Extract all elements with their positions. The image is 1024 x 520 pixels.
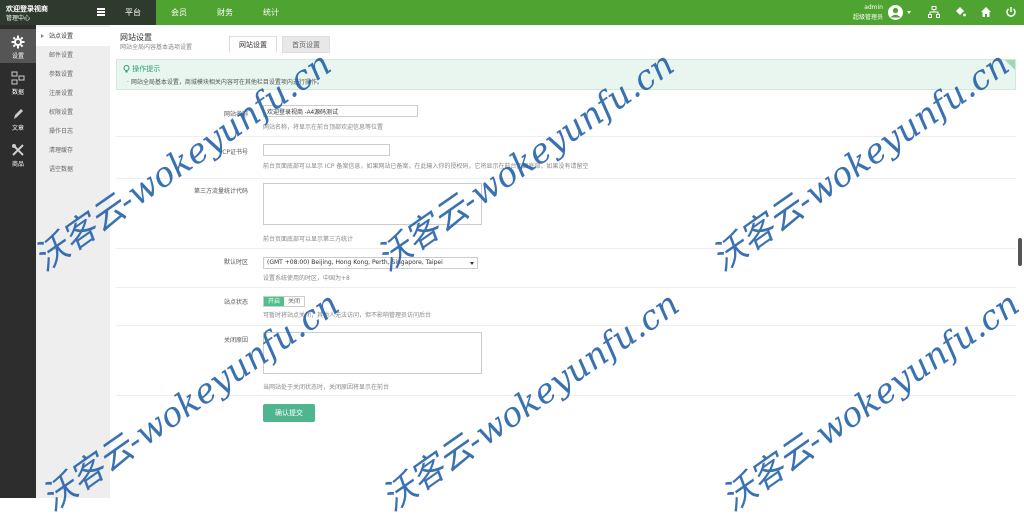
top-nav: 平台 会员 财务 统计 bbox=[110, 0, 294, 25]
home-icon[interactable] bbox=[980, 6, 992, 18]
site-status-help: 可暂时将站点关闭，其他人无法访问，但不影响管理员访问后台 bbox=[263, 312, 432, 319]
timezone-value: (GMT +08:00) Beijing, Hong Kong, Perth, … bbox=[267, 259, 443, 266]
submenu-item-clear-cache[interactable]: 清理缓存 bbox=[36, 141, 110, 160]
scrollbar-thumb[interactable] bbox=[1018, 238, 1022, 266]
form-row-timezone: 默认时区 (GMT +08:00) Beijing, Hong Kong, Pe… bbox=[116, 249, 1016, 288]
submenu: 站点设置 邮件设置 参数设置 注册设置 权限设置 操作日志 清理缓存 语空数据 bbox=[36, 25, 110, 498]
close-reason-label: 关闭原因 bbox=[223, 337, 248, 344]
leftbar-label: 数据 bbox=[11, 89, 24, 96]
submenu-item-operation-log[interactable]: 操作日志 bbox=[36, 122, 110, 141]
tips-header: 操作提示 bbox=[123, 64, 160, 74]
submenu-item-clear-data[interactable]: 语空数据 bbox=[36, 160, 110, 179]
submenu-label: 参数设置 bbox=[49, 71, 74, 78]
leftbar-label: 商品 bbox=[11, 161, 24, 168]
status-on-option[interactable]: 开启 bbox=[264, 297, 285, 306]
form-row-site-name: 网站名称 网站名称，将显示在前台顶部欢迎信息等位置 bbox=[116, 100, 1016, 137]
submenu-label: 权限设置 bbox=[49, 109, 74, 116]
chevron-down-icon[interactable] bbox=[907, 11, 911, 14]
power-icon[interactable] bbox=[1005, 6, 1017, 18]
submenu-label: 邮件设置 bbox=[49, 52, 74, 59]
submenu-item-param-settings[interactable]: 参数设置 bbox=[36, 65, 110, 84]
brand-subtitle: 管理中心 bbox=[6, 15, 31, 22]
site-name-input[interactable] bbox=[263, 105, 418, 117]
leftbar-label: 文章 bbox=[11, 125, 24, 132]
close-reason-textarea[interactable] bbox=[263, 332, 482, 374]
timezone-help: 设置系统使用的时区，中国为+8 bbox=[263, 275, 350, 282]
icp-label: ICP证书号 bbox=[220, 149, 248, 156]
submenu-label: 注册设置 bbox=[49, 90, 74, 97]
leftbar-item-articles[interactable]: 文章 bbox=[0, 101, 36, 135]
lightbulb-icon bbox=[123, 65, 130, 73]
submenu-label: 语空数据 bbox=[49, 166, 74, 173]
user-menu[interactable]: admin 超级管理员 bbox=[845, 3, 925, 23]
main-content: 网站设置 网站全局内容基本选项设置 网站设置 首页设置 操作提示 · 网站全局基… bbox=[110, 25, 1024, 498]
status-off-option[interactable]: 关闭 bbox=[284, 297, 305, 306]
chevron-down-icon bbox=[470, 262, 474, 265]
form-row-close-reason: 关闭原因 当网站处于关闭状态时，关闭原因将显示在前台 bbox=[116, 326, 1016, 396]
submit-button[interactable]: 确认提交 bbox=[263, 404, 315, 422]
leftbar-item-goods[interactable]: 商品 bbox=[0, 137, 36, 171]
tips-text: 网站全局基本设置，商城模块相关内容可在其他栏目设置项内进行操作。 bbox=[130, 79, 323, 86]
left-icon-bar: 设置 数据 文章 商品 bbox=[0, 25, 36, 498]
form-row-icp: ICP证书号 前台页面底部可以显示 ICP 备案信息，如果网站已备案，在此输入你… bbox=[116, 137, 1016, 179]
nav-item-statistics[interactable]: 统计 bbox=[248, 0, 294, 25]
caret-right-icon bbox=[41, 34, 44, 38]
stats-code-label: 第三方流量统计代码 bbox=[193, 188, 248, 195]
icp-help: 前台页面底部可以显示 ICP 备案信息，如果网站已备案，在此输入你的授权码，它将… bbox=[263, 163, 589, 170]
timezone-label: 默认时区 bbox=[223, 259, 248, 266]
brand: 欢迎登录视商 管理中心 bbox=[0, 0, 110, 25]
icp-input[interactable] bbox=[263, 144, 390, 156]
tab-site-settings[interactable]: 网站设置 bbox=[229, 36, 277, 53]
tips-box: 操作提示 · 网站全局基本设置，商城模块相关内容可在其他栏目设置项内进行操作。 bbox=[116, 59, 1016, 90]
tools-icon bbox=[12, 144, 24, 156]
site-status-label: 站点状态 bbox=[223, 299, 248, 306]
tips-title: 操作提示 bbox=[132, 65, 161, 73]
user-name: admin bbox=[864, 4, 883, 11]
site-name-help: 网站名称，将显示在前台顶部欢迎信息等位置 bbox=[263, 124, 384, 131]
close-reason-help: 当网站处于关闭状态时，关闭原因将显示在前台 bbox=[263, 384, 390, 391]
form-row-site-status: 站点状态 开启 关闭 可暂时将站点关闭，其他人无法访问，但不影响管理员访问后台 bbox=[116, 288, 1016, 326]
tips-corner bbox=[1005, 60, 1015, 70]
gear-icon bbox=[11, 35, 25, 49]
submenu-label: 清理缓存 bbox=[49, 147, 74, 154]
leftbar-item-data[interactable]: 数据 bbox=[0, 65, 36, 99]
submenu-label: 操作日志 bbox=[49, 128, 74, 135]
timezone-select[interactable]: (GMT +08:00) Beijing, Hong Kong, Perth, … bbox=[263, 257, 478, 269]
leftbar-label: 设置 bbox=[11, 53, 24, 60]
tab-home-settings[interactable]: 首页设置 bbox=[282, 36, 330, 53]
nav-item-platform[interactable]: 平台 bbox=[110, 0, 156, 25]
avatar[interactable] bbox=[888, 5, 903, 20]
leftbar-item-settings[interactable]: 设置 bbox=[0, 29, 36, 63]
submenu-item-permission-settings[interactable]: 权限设置 bbox=[36, 103, 110, 122]
tips-body: · 网站全局基本设置，商城模块相关内容可在其他栏目设置项内进行操作。 bbox=[127, 79, 323, 86]
top-bar: 欢迎登录视商 管理中心 平台 会员 财务 统计 admin 超级管理员 bbox=[0, 0, 1024, 25]
nav-item-finance[interactable]: 财务 bbox=[202, 0, 248, 25]
form-row-stats-code: 第三方流量统计代码 前台页面底部可以显示第三方统计 bbox=[116, 179, 1016, 249]
site-status-toggle[interactable]: 开启 关闭 bbox=[263, 296, 306, 307]
user-role: 超级管理员 bbox=[852, 14, 883, 21]
nav-item-members[interactable]: 会员 bbox=[156, 0, 202, 25]
submenu-item-site-settings[interactable]: 站点设置 bbox=[36, 27, 110, 46]
site-name-label: 网站名称 bbox=[223, 111, 248, 118]
submenu-item-register-settings[interactable]: 注册设置 bbox=[36, 84, 110, 103]
submenu-item-mail-settings[interactable]: 邮件设置 bbox=[36, 46, 110, 65]
sitemap-icon[interactable] bbox=[928, 6, 940, 18]
pen-icon bbox=[14, 109, 23, 119]
data-icon bbox=[11, 71, 25, 85]
submenu-label: 站点设置 bbox=[49, 33, 74, 40]
page-subtitle: 网站全局内容基本选项设置 bbox=[120, 44, 193, 51]
stats-code-help: 前台页面底部可以显示第三方统计 bbox=[263, 236, 354, 243]
menu-icon[interactable] bbox=[97, 8, 105, 16]
paint-bucket-icon[interactable] bbox=[954, 6, 966, 18]
stats-code-textarea[interactable] bbox=[263, 183, 482, 225]
